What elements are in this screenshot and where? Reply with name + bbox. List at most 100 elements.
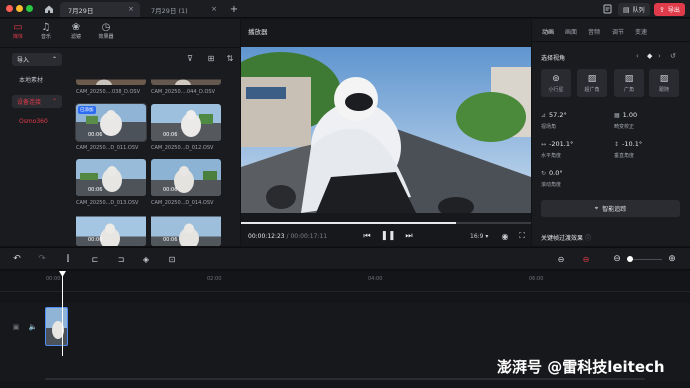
close-tab-icon[interactable]: × [128,5,134,13]
player-progress-track[interactable] [241,222,531,224]
media-filename: CAM_20250...D_012.OSV [151,145,214,151]
tilt-field[interactable]: ↕ -10.1° [614,140,642,148]
media-thumbnail[interactable]: 已添加 00:06 [75,103,147,142]
roll-field[interactable]: ↻ 0.0° [541,169,563,177]
grid-view-icon[interactable]: ⊞ [205,53,217,63]
media-thumbnail[interactable]: 00:06 [151,214,221,246]
roll-icon: ↻ [541,169,547,177]
track-audio-icon[interactable]: 🔈 [28,322,38,332]
reset-icon[interactable]: ↺ [670,52,676,60]
chevron-up-icon: ⌃ [51,98,57,105]
tab-audio[interactable]: 音频 [588,27,600,36]
media-duration: 00:06 [163,132,178,138]
tab-adjust[interactable]: 调节 [612,27,624,36]
previous-frame-icon[interactable]: ⏮ [361,231,373,241]
crop-icon[interactable]: ⊡ [166,253,178,265]
help-icon[interactable]: ⓘ [585,235,591,242]
import-button[interactable]: 导入 ⌃ [12,53,62,66]
new-tab-icon[interactable]: + [228,3,240,15]
toolbar-media[interactable]: ▭ 媒体 [5,22,31,44]
zoom-slider-handle[interactable] [627,256,633,262]
fullscreen-icon[interactable]: ⛶ [516,231,528,241]
tab-project-1[interactable]: 7月29日 × [60,2,140,17]
device-connection-button[interactable]: 设备连接 ⌃ [12,95,62,108]
keyframe-diamond-icon[interactable]: ◆ [647,52,652,60]
media-thumbnail[interactable]: 00:06 [76,159,146,196]
media-filename: CAM_20250...D_011.OSV [76,145,139,151]
track-visibility-icon[interactable]: ▣ [11,322,21,332]
playhead[interactable] [62,271,63,356]
chevron-right-icon[interactable]: › [658,52,661,60]
add-keyframe-icon[interactable]: ◈ [140,253,152,265]
camera-snapshot-icon[interactable]: ◉ [499,231,511,241]
next-frame-icon[interactable]: ⏭ [403,231,415,241]
close-window-button[interactable] [6,5,13,12]
track-icon: ⌖ [594,204,599,212]
queue-label: 队列 [632,7,645,14]
view-tiny-planet[interactable]: ⊚ 小行星 [541,69,571,97]
trim-left-icon[interactable]: ⊏ [89,253,101,265]
distortion-label: 畸变校正 [614,124,635,130]
distortion-field[interactable]: ▦ 1.00 [614,111,637,119]
media-thumbnail[interactable]: 00:06 [151,159,221,196]
video-preview[interactable] [241,47,531,213]
chevron-left-icon[interactable]: ‹ [636,52,639,60]
media-thumbnail[interactable] [76,69,146,85]
toolbar-effects[interactable]: ◷ 效果器 [93,22,119,44]
current-time: 00:00:12:23 [248,233,285,240]
media-duration: 00:06 [163,237,178,243]
maximize-window-button[interactable] [26,5,33,12]
timeline-tick: 06:00 [529,276,544,282]
planet-icon: ⊚ [552,73,560,84]
device-item-osmo360[interactable]: Osmo360 [19,118,48,125]
media-duration: 00:06 [88,187,103,193]
split-icon[interactable]: ⫿ [62,253,74,265]
minimize-window-button[interactable] [16,5,23,12]
export-button[interactable]: ⇪ 导出 [654,3,685,16]
link-icon[interactable]: ⊖ [554,253,568,265]
player-title: 播放器 [248,28,268,36]
fov-field[interactable]: ⊿ 57.2° [541,111,567,119]
smart-track-button[interactable]: ⌖ 智能追踪 [541,200,680,217]
media-panel: ▭ 媒体 ♫ 音乐 ❀ 滤镜 ◷ 效果器 导入 ⌃ 本地素材 设备连接 ⌃ Osmo360 … [0,19,240,246]
tab-speed[interactable]: 变速 [635,27,647,36]
media-filename: CAM_20250....038_D.OSV [76,89,141,95]
aspect-ratio-select[interactable]: 16:9 ▾ [470,233,488,240]
close-tab-icon[interactable]: × [211,5,217,13]
pan-label: 水平角度 [541,153,562,159]
toolbar-music[interactable]: ♫ 音乐 [33,22,59,44]
tab-project-2[interactable]: 7月29日 (1) × [143,2,223,17]
tab-animation[interactable]: 动画 [542,27,554,36]
fov-label: 视场角 [541,124,557,130]
home-icon[interactable] [42,3,56,15]
queue-icon: ▤ [623,5,630,14]
zoom-in-icon[interactable]: ⊕ [666,253,678,265]
magnet-icon[interactable]: ⊖ [579,253,593,265]
chevron-up-icon: ⌃ [51,56,57,63]
timeline-scrollbar[interactable] [45,378,645,380]
zoom-out-icon[interactable]: ⊖ [611,253,623,265]
trim-right-icon[interactable]: ⊐ [115,253,127,265]
zoom-slider[interactable] [628,259,662,260]
media-thumbnail[interactable] [151,69,221,85]
timeline-clip[interactable] [45,307,68,346]
sort-icon[interactable]: ⇅ [224,53,236,63]
pan-field[interactable]: ↔ -201.1° [541,140,573,148]
local-media-item[interactable]: 本地素材 [19,75,43,84]
pause-icon[interactable]: ❚❚ [380,230,395,242]
view-follow[interactable]: ▨ 跟随 [649,69,679,97]
media-thumbnail[interactable]: 00:06 [76,214,146,246]
timeline-tick: 04:00 [368,276,383,282]
queue-button[interactable]: ▤ 队列 [618,3,650,16]
filter-sort-icon[interactable]: ⊽ [184,53,196,63]
undo-icon[interactable]: ↶ [11,253,23,265]
view-ultra-wide[interactable]: ▨ 超广角 [577,69,607,97]
tab-picture[interactable]: 画面 [565,27,577,36]
tab-label: 7月29日 (1) [151,6,188,15]
redo-icon[interactable]: ↷ [36,253,48,265]
view-wide[interactable]: ▨ 广角 [614,69,644,97]
toolbar-filter[interactable]: ❀ 滤镜 [63,22,89,44]
notes-icon[interactable] [601,3,613,15]
media-thumbnail[interactable]: 00:06 [151,104,221,141]
image-icon: ▨ [587,73,597,84]
